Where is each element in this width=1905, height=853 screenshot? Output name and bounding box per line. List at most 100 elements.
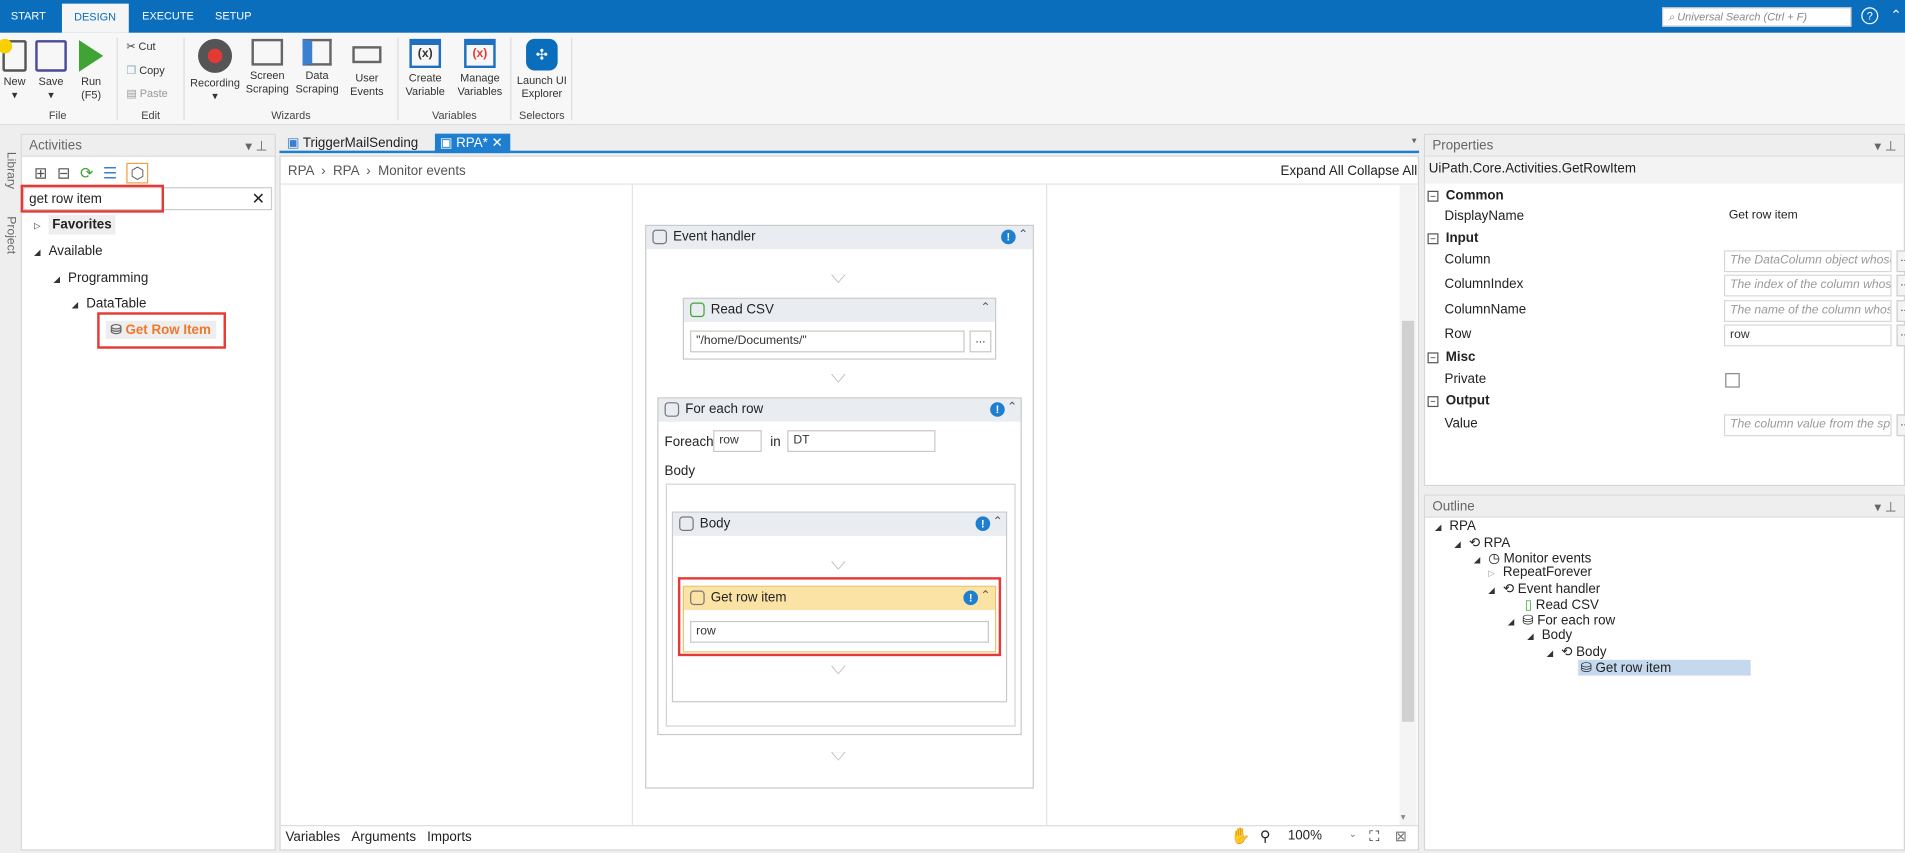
- outline-item[interactable]: ◢ Body: [1527, 628, 1572, 643]
- value-input[interactable]: The column value from the specified: [1723, 414, 1892, 437]
- category-output[interactable]: − Output: [1427, 394, 1490, 408]
- outline-item-selected[interactable]: ⛁ Get row item: [1578, 659, 1751, 676]
- data-scraping-button[interactable]: Data Scraping: [295, 38, 339, 96]
- outline-item[interactable]: ▷ RepeatForever: [1488, 565, 1592, 580]
- column-browse-button[interactable]: ...: [1896, 250, 1905, 273]
- tree-datatable[interactable]: ◢ DataTable: [72, 296, 147, 311]
- value-browse-button[interactable]: ...: [1896, 414, 1905, 437]
- screen-scraping-button[interactable]: Screen Scraping: [245, 38, 289, 96]
- zoom-select[interactable]: 100% ⌄: [1281, 828, 1361, 847]
- cut-label: Cut: [138, 40, 156, 53]
- launch-ui-explorer-button[interactable]: ✣ Launch UI Explorer: [515, 38, 568, 101]
- collapse-all-button[interactable]: Collapse All: [1347, 164, 1417, 179]
- collapse-chevron-icon[interactable]: ⌃: [1018, 228, 1028, 241]
- new-button[interactable]: New ▾: [0, 38, 29, 102]
- pin-icon[interactable]: ▾ ⊥: [1874, 499, 1896, 516]
- library-tab[interactable]: Library: [4, 152, 17, 189]
- browse-button[interactable]: ...: [969, 330, 992, 353]
- displayname-input[interactable]: Get row item: [1723, 206, 1892, 229]
- copy-button[interactable]: ❐ Copy: [126, 64, 164, 77]
- project-tab[interactable]: Project: [4, 216, 17, 254]
- variables-tab[interactable]: Variables: [286, 830, 341, 845]
- columnname-browse-button[interactable]: ...: [1896, 300, 1905, 323]
- foreach-label: Foreach: [664, 435, 714, 450]
- reset-zoom-icon[interactable]: ⊠: [1395, 827, 1407, 844]
- get-row-item-activity[interactable]: Get row item! ⌃ row: [682, 585, 997, 653]
- columnindex-browse-button[interactable]: ...: [1896, 274, 1905, 297]
- help-icon[interactable]: ?: [1861, 7, 1879, 25]
- breadcrumb-item[interactable]: RPA: [333, 164, 359, 179]
- pin-icon[interactable]: ▾ ⊥: [1874, 139, 1896, 155]
- clear-search-icon[interactable]: ✕: [252, 190, 265, 209]
- outline-item[interactable]: ▯ Read CSV: [1525, 597, 1599, 613]
- refresh-icon[interactable]: ⟳: [80, 164, 103, 182]
- collapse-chevron-icon[interactable]: ⌃: [980, 301, 990, 314]
- tab-setup[interactable]: SETUP: [215, 10, 251, 22]
- universal-search-input[interactable]: ⌕ Universal Search (Ctrl + F): [1662, 7, 1852, 27]
- collapse-chevron-icon[interactable]: ⌃: [993, 515, 1003, 528]
- vertical-scrollbar[interactable]: ▾: [1399, 184, 1417, 826]
- tab-rpa[interactable]: ▣ RPA* ✕: [434, 133, 511, 154]
- outline-item[interactable]: ◢ ◷ Monitor events: [1474, 550, 1592, 567]
- tree-favorites[interactable]: ▷ Favorites: [34, 215, 116, 235]
- column-input[interactable]: The DataColumn object whose: [1723, 250, 1892, 273]
- data-scraping-label: Data Scraping: [295, 69, 339, 95]
- columnname-input[interactable]: The name of the column whose: [1723, 300, 1892, 323]
- outline-item[interactable]: ◢ ⛁ For each row: [1508, 612, 1616, 629]
- collapse-chevron-icon[interactable]: ⌃: [1007, 401, 1017, 414]
- database-icon: ⛁: [110, 323, 126, 338]
- tab-design[interactable]: DESIGN: [61, 3, 129, 33]
- manage-variables-button[interactable]: (x) Manage Variables: [453, 38, 506, 99]
- fit-screen-icon[interactable]: ⛶: [1369, 827, 1379, 845]
- close-tab-icon[interactable]: ✕: [488, 136, 503, 151]
- tab-execute[interactable]: EXECUTE: [142, 10, 194, 22]
- private-checkbox[interactable]: [1725, 373, 1740, 388]
- recording-button[interactable]: Recording ▾: [190, 38, 241, 103]
- category-common[interactable]: − Common: [1427, 188, 1504, 203]
- foreach-source-input[interactable]: DT: [787, 430, 936, 453]
- category-input[interactable]: − Input: [1427, 231, 1478, 245]
- expand-all-button[interactable]: Expand All: [1281, 164, 1344, 179]
- read-csv-activity[interactable]: Read CSV ⌃ "/home/Documents/" ...: [682, 297, 997, 360]
- outline-item[interactable]: ◢ ⟲ RPA: [1454, 535, 1510, 551]
- category-misc[interactable]: − Misc: [1427, 350, 1475, 365]
- activity-get-row-item[interactable]: ⛁ Get Row Item: [105, 320, 216, 340]
- user-events-button[interactable]: User Events: [345, 39, 389, 99]
- pin-icon[interactable]: ▾ ⊥: [245, 139, 267, 155]
- outline-item[interactable]: ◢ ⟲ Event handler: [1488, 581, 1600, 597]
- package-icon[interactable]: ⬡: [126, 162, 148, 184]
- row-input[interactable]: row: [1723, 324, 1892, 347]
- collapse-all-icon[interactable]: ⊟: [57, 164, 80, 182]
- outline-item[interactable]: ◢ RPA: [1435, 519, 1476, 534]
- list-icon[interactable]: ☰: [103, 164, 127, 182]
- breadcrumb-item[interactable]: RPA: [288, 164, 314, 179]
- tab-start[interactable]: START: [11, 10, 46, 22]
- breadcrumb-item[interactable]: Monitor events: [378, 164, 466, 179]
- collapse-chevron-icon[interactable]: ⌃: [980, 589, 990, 602]
- zoom-search-icon[interactable]: ⚲: [1260, 827, 1271, 844]
- group-wizards: Wizards: [271, 109, 311, 122]
- tab-triggermailsending[interactable]: ▣ TriggerMailSending: [287, 135, 419, 151]
- paste-button[interactable]: ▤ Paste: [126, 87, 167, 100]
- imports-tab[interactable]: Imports: [427, 830, 472, 845]
- expand-all-icon[interactable]: ⊞: [34, 164, 57, 182]
- tree-available[interactable]: ◢ Available: [34, 244, 103, 259]
- available-label: Available: [48, 244, 103, 259]
- columnindex-input[interactable]: The index of the column whose: [1723, 274, 1892, 297]
- arguments-tab[interactable]: Arguments: [351, 830, 416, 845]
- foreach-variable-input[interactable]: row: [713, 430, 762, 453]
- get-row-item-row-input[interactable]: row: [690, 620, 989, 643]
- tabs-dropdown-icon[interactable]: ▾: [1412, 135, 1417, 146]
- collapse-ribbon-icon[interactable]: ⌃: [1890, 7, 1901, 24]
- prop-label: Column: [1444, 252, 1491, 268]
- cut-button[interactable]: ✂ Cut: [126, 40, 155, 53]
- run-button[interactable]: Run (F5): [75, 40, 107, 102]
- outline-item[interactable]: ◢ ⟲ Body: [1547, 644, 1607, 660]
- row-browse-button[interactable]: ...: [1896, 324, 1905, 347]
- tree-programming[interactable]: ◢ Programming: [53, 271, 148, 286]
- save-button[interactable]: Save ▾: [34, 40, 68, 102]
- pan-hand-icon[interactable]: ✋: [1231, 826, 1251, 845]
- read-csv-path-input[interactable]: "/home/Documents/": [690, 330, 965, 353]
- create-variable-button[interactable]: (x) Create Variable: [401, 38, 450, 99]
- prop-displayname[interactable]: DisplayName Get row item: [1437, 205, 1892, 229]
